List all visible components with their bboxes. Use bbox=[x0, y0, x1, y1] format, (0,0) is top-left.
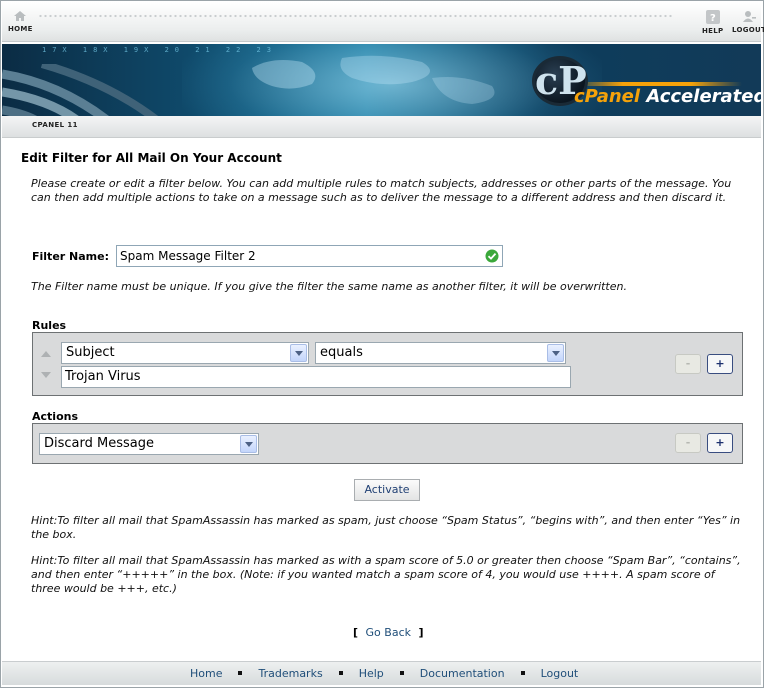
help-button[interactable]: ? HELP bbox=[702, 10, 723, 35]
add-action-button[interactable]: + bbox=[707, 433, 733, 453]
top-navigation: HOME ? HELP LOGOUT bbox=[2, 2, 764, 42]
footer-link-home[interactable]: Home bbox=[190, 667, 222, 680]
home-label: HOME bbox=[8, 25, 33, 33]
remove-rule-button[interactable]: - bbox=[675, 354, 701, 374]
action-select[interactable]: Discard Message bbox=[39, 433, 259, 455]
logo-primary-text: cPanel bbox=[574, 86, 641, 107]
footer-separator bbox=[238, 670, 243, 675]
rule-field-value: Subject bbox=[66, 345, 115, 360]
header-banner: 17X 18X 19X 20 21 22 23 cP cPanel Accele… bbox=[2, 44, 761, 116]
logo-secondary-text: Accelerated bbox=[646, 86, 761, 107]
cpanel-logo: cP cPanel Accelerated bbox=[532, 56, 761, 107]
footer-separator bbox=[338, 670, 343, 675]
help-label: HELP bbox=[702, 27, 724, 35]
go-back-link-group: [ Go Back ] bbox=[353, 626, 424, 639]
svg-text:?: ? bbox=[710, 13, 716, 24]
user-logout-icon bbox=[743, 11, 757, 22]
page-title: Edit Filter for All Mail On Your Account bbox=[21, 151, 282, 165]
filter-name-input[interactable] bbox=[116, 245, 503, 267]
hint-spam-bar: Hint:To filter all mail that SpamAssassi… bbox=[31, 554, 741, 595]
go-back-open-bracket: [ bbox=[353, 626, 359, 639]
move-rule-up-arrow[interactable] bbox=[41, 351, 51, 357]
actions-label: Actions bbox=[32, 410, 78, 423]
footer-link-documentation[interactable]: Documentation bbox=[420, 667, 505, 680]
world-map-graphic bbox=[252, 55, 495, 104]
footer-separator bbox=[399, 670, 404, 675]
footer-link-help[interactable]: Help bbox=[359, 667, 384, 680]
rule-operator-select[interactable]: equals bbox=[315, 342, 566, 364]
hint-spam-status: Hint:To filter all mail that SpamAssassi… bbox=[31, 514, 741, 541]
chevron-down-icon bbox=[290, 344, 307, 362]
logout-button[interactable]: LOGOUT bbox=[732, 10, 764, 34]
add-rule-button[interactable]: + bbox=[707, 354, 733, 374]
activate-button[interactable]: Activate bbox=[354, 479, 420, 501]
rules-panel: Subject equals Trojan Virus - + bbox=[32, 332, 743, 396]
footer: Home Trademarks Help Documentation Logout bbox=[2, 661, 761, 685]
go-back-close-bracket: ] bbox=[418, 626, 424, 639]
footer-links: Home Trademarks Help Documentation Logout bbox=[190, 667, 578, 680]
remove-action-button[interactable]: - bbox=[675, 433, 701, 453]
home-button[interactable]: HOME bbox=[8, 10, 33, 33]
rule-field-select[interactable]: Subject bbox=[61, 342, 309, 364]
go-back-link[interactable]: Go Back bbox=[366, 626, 411, 639]
unique-name-note: The Filter name must be unique. If you g… bbox=[31, 280, 627, 293]
decorative-dots bbox=[38, 13, 674, 19]
footer-link-trademarks[interactable]: Trademarks bbox=[258, 667, 322, 680]
chevron-down-icon bbox=[547, 344, 564, 362]
breadcrumb-bar: CPANEL 11 bbox=[2, 116, 761, 138]
breadcrumb-cpanel[interactable]: CPANEL 11 bbox=[32, 121, 78, 129]
move-rule-down-arrow[interactable] bbox=[41, 372, 51, 378]
rules-label: Rules bbox=[32, 319, 67, 332]
help-icon: ? bbox=[705, 10, 720, 24]
intro-text: Please create or edit a filter below. Yo… bbox=[31, 177, 732, 204]
filter-name-label: Filter Name: bbox=[32, 250, 109, 263]
rule-value-input[interactable]: Trojan Virus bbox=[61, 366, 571, 388]
network-cables-graphic bbox=[2, 64, 159, 116]
actions-panel: Discard Message - + bbox=[32, 423, 743, 464]
logout-label: LOGOUT bbox=[732, 26, 764, 34]
rule-operator-value: equals bbox=[320, 345, 363, 360]
footer-link-logout[interactable]: Logout bbox=[541, 667, 579, 680]
chevron-down-icon bbox=[240, 435, 257, 453]
action-select-value: Discard Message bbox=[44, 436, 154, 451]
valid-check-icon bbox=[485, 249, 499, 263]
home-icon bbox=[14, 11, 27, 21]
footer-separator bbox=[520, 670, 525, 675]
logo-wordmark: cPanel Accelerated bbox=[574, 86, 761, 107]
rule-value-text: Trojan Virus bbox=[65, 369, 141, 384]
